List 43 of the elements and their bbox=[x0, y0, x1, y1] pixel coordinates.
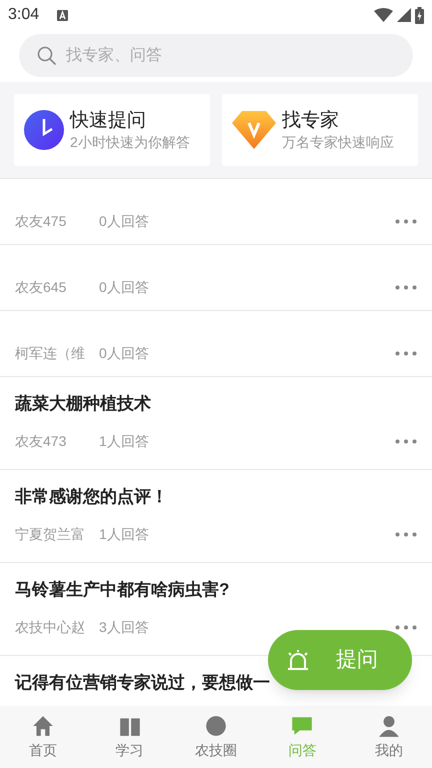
more-icon[interactable] bbox=[395, 351, 417, 356]
question-author: 农友645 bbox=[15, 278, 68, 297]
answer-count: 0人回答 bbox=[99, 344, 149, 363]
shortcut-card[interactable]: 找专家 万名专家快速响应 bbox=[222, 94, 418, 166]
nav-tab[interactable]: 首页 bbox=[0, 706, 86, 768]
more-icon[interactable] bbox=[395, 219, 417, 224]
diamond-icon bbox=[232, 111, 276, 149]
nav-tab[interactable]: 我的 bbox=[346, 706, 432, 768]
nav-tab[interactable]: 农技圈 bbox=[172, 706, 260, 768]
circle-icon bbox=[204, 714, 228, 738]
notification-icon bbox=[57, 10, 68, 20]
question-author: 宁夏贺兰富 bbox=[15, 525, 85, 544]
answer-count: 1人回答 bbox=[99, 432, 149, 451]
card-subtitle: 万名专家快速响应 bbox=[282, 133, 394, 151]
question-author: 农技中心赵 bbox=[15, 618, 85, 637]
card-title: 找专家 bbox=[282, 109, 340, 133]
question-author: 柯军连（维 bbox=[15, 344, 85, 363]
battery-icon bbox=[415, 6, 424, 24]
clock-icon bbox=[24, 110, 64, 150]
alarm-icon bbox=[286, 648, 310, 672]
more-icon[interactable] bbox=[395, 625, 417, 630]
answer-count: 3人回答 bbox=[99, 618, 149, 637]
question-title[interactable]: 非常感谢您的点评！ bbox=[15, 484, 417, 510]
signal-icon bbox=[397, 8, 411, 22]
shortcut-card[interactable]: 快速提问 2小时快速为你解答 bbox=[14, 94, 210, 166]
more-icon[interactable] bbox=[395, 532, 417, 537]
nav-tab[interactable]: 学习 bbox=[86, 706, 173, 768]
question-author: 农友473 bbox=[15, 432, 68, 451]
user-icon bbox=[376, 714, 401, 738]
question-title[interactable]: 蔬菜大棚种植技术 bbox=[15, 391, 417, 417]
question-author: 农友475 bbox=[15, 212, 68, 231]
answer-count: 0人回答 bbox=[99, 278, 149, 297]
answer-count: 1人回答 bbox=[99, 525, 149, 544]
home-icon bbox=[31, 714, 56, 738]
answer-count: 0人回答 bbox=[99, 212, 149, 231]
card-subtitle: 2小时快速为你解答 bbox=[70, 133, 190, 151]
status-time: 3:04 bbox=[8, 5, 40, 25]
search-field[interactable]: 找专家、问答 bbox=[19, 34, 413, 77]
more-icon[interactable] bbox=[395, 285, 417, 290]
card-title: 快速提问 bbox=[70, 109, 147, 133]
more-icon[interactable] bbox=[395, 439, 417, 444]
wifi-icon bbox=[374, 8, 393, 22]
question-title[interactable]: 马铃薯生产中都有啥病虫害? bbox=[15, 577, 417, 603]
